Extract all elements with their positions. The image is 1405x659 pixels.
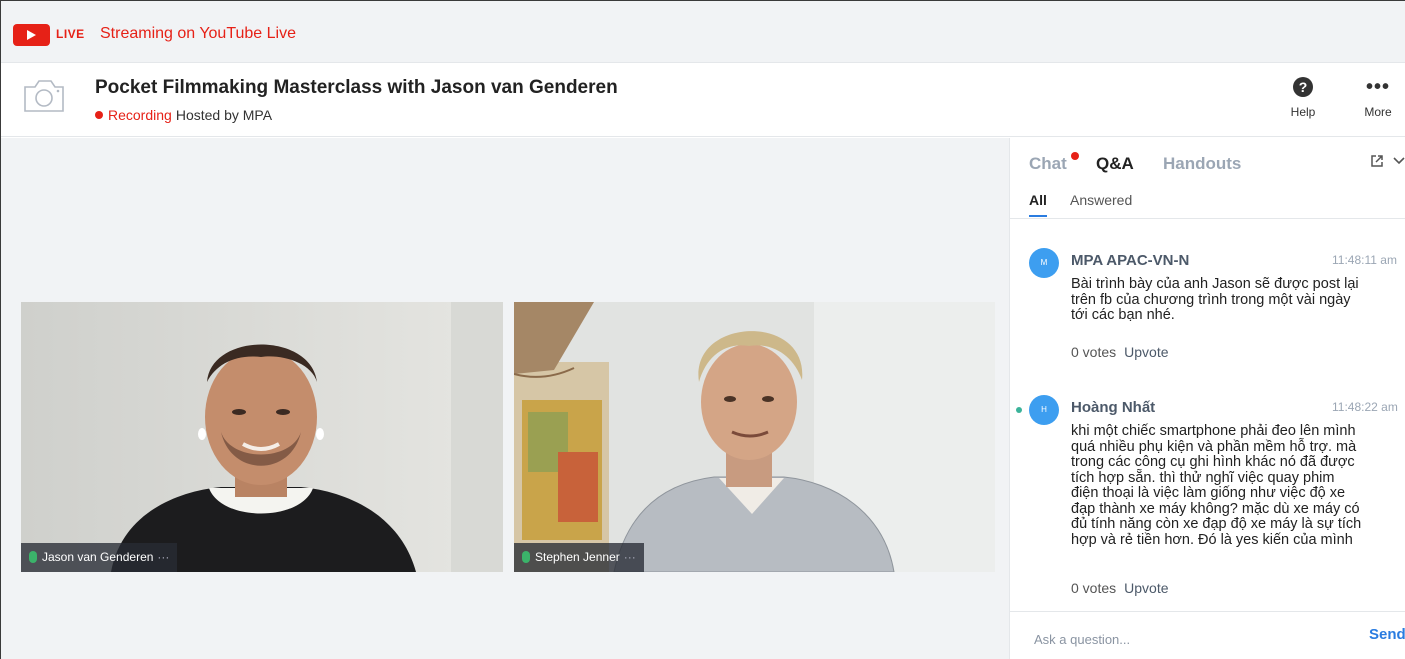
question-line: trên fb của chương trình trong một vài n… xyxy=(1071,291,1351,308)
help-icon: ? xyxy=(1293,77,1313,97)
online-status-dot xyxy=(1016,407,1022,413)
video-stage: Jason van Genderen ··· Stephen Jenner ··… xyxy=(1,138,1009,659)
question-item: H Hoàng Nhất 11:48:22 am khi một chiếc s… xyxy=(1016,395,1405,605)
subtab-all[interactable]: All xyxy=(1029,192,1047,217)
camera-icon xyxy=(24,80,64,112)
ask-question-input[interactable] xyxy=(1034,628,1334,650)
chevron-down-icon[interactable] xyxy=(1392,154,1405,168)
question-text: Bài trình bày của anh Jason sẽ được post… xyxy=(1071,276,1405,324)
subtab-answered[interactable]: Answered xyxy=(1070,192,1132,208)
question-line: đạp thành xe máy không? mặc dù xe máy có xyxy=(1071,500,1360,517)
vote-row: 0 votes Upvote xyxy=(1071,580,1169,596)
question-item: M MPA APAC-VN-N 11:48:11 am Bài trình bà… xyxy=(1029,248,1405,368)
microphone-icon xyxy=(522,551,530,563)
video-feed-stephen xyxy=(514,302,995,572)
host-text: Hosted by MPA xyxy=(175,107,273,123)
question-line: tích hợp sẵn. thì thử nghĩ việc quay phi… xyxy=(1071,469,1335,486)
recording-label: Recording xyxy=(108,107,172,123)
microphone-icon xyxy=(29,551,37,563)
recording-status: Recording Hosted by MPA xyxy=(95,107,272,123)
chat-notification-dot xyxy=(1071,152,1079,160)
help-button[interactable]: ? Help xyxy=(1283,77,1323,119)
vote-row: 0 votes Upvote xyxy=(1071,344,1169,360)
video-feed-jason xyxy=(21,302,503,572)
participant-more-icon[interactable]: ··· xyxy=(624,550,636,564)
participant-name: Stephen Jenner xyxy=(535,550,620,564)
question-line: quá nhiều phụ kiện và phần mềm hỗ trợ. m… xyxy=(1071,438,1357,455)
live-streaming-bar: LIVE Streaming on YouTube Live xyxy=(1,1,1405,63)
qa-side-panel: Chat Q&A Handouts All Answered M MPA APA… xyxy=(1009,138,1405,659)
avatar: M xyxy=(1029,248,1059,278)
vote-count: 0 votes xyxy=(1071,580,1117,596)
more-button[interactable]: ••• More xyxy=(1358,77,1398,119)
more-label: More xyxy=(1364,105,1392,119)
subtab-divider xyxy=(1010,218,1405,219)
participant-name: Jason van Genderen xyxy=(42,550,154,564)
live-badge: LIVE xyxy=(56,27,85,41)
vote-count: 0 votes xyxy=(1071,344,1117,360)
question-line: hợp và rẻ tiền hơn. Đó là yes kiến của m… xyxy=(1071,531,1353,548)
question-line: điện thoại là việc làm giống như việc độ… xyxy=(1071,485,1346,501)
webinar-window: LIVE Streaming on YouTube Live Pocket Fi… xyxy=(0,0,1405,659)
question-time: 11:48:11 am xyxy=(1332,253,1397,267)
question-line: khi một chiếc smartphone phải đeo lên mì… xyxy=(1071,423,1356,439)
ask-divider xyxy=(1010,611,1405,612)
question-line: trong các công cụ ghi hình khác nó đã đư… xyxy=(1071,454,1355,470)
avatar: H xyxy=(1029,395,1059,425)
tab-handouts[interactable]: Handouts xyxy=(1163,154,1241,174)
session-title: Pocket Filmmaking Masterclass with Jason… xyxy=(95,77,618,98)
youtube-play-icon xyxy=(13,24,50,46)
session-header: Pocket Filmmaking Masterclass with Jason… xyxy=(1,63,1405,137)
question-line: đủ tính năng còn xe đạp độ xe máy là sự … xyxy=(1071,516,1362,532)
video-tile-jason[interactable]: Jason van Genderen ··· xyxy=(21,302,503,572)
streaming-status-text: Streaming on YouTube Live xyxy=(100,25,296,42)
recording-dot-icon xyxy=(95,111,103,119)
send-button[interactable]: Send xyxy=(1369,626,1405,643)
tab-qa[interactable]: Q&A xyxy=(1096,154,1134,174)
question-text: khi một chiếc smartphone phải đeo lên mì… xyxy=(1071,423,1405,548)
participant-name-tag: Jason van Genderen ··· xyxy=(21,543,178,572)
question-author: Hoàng Nhất xyxy=(1071,399,1156,416)
help-label: Help xyxy=(1290,105,1316,119)
upvote-button[interactable]: Upvote xyxy=(1124,344,1168,360)
popout-icon[interactable] xyxy=(1370,154,1384,168)
tab-chat[interactable]: Chat xyxy=(1029,154,1067,174)
question-time: 11:48:22 am xyxy=(1332,400,1398,414)
more-dots-icon: ••• xyxy=(1365,76,1390,98)
participant-more-icon[interactable]: ··· xyxy=(157,550,169,564)
video-tile-stephen[interactable]: Stephen Jenner ··· xyxy=(514,302,995,572)
question-author: MPA APAC-VN-N xyxy=(1071,252,1190,269)
participant-name-tag: Stephen Jenner ··· xyxy=(514,543,644,572)
question-line: tới các bạn nhé. xyxy=(1071,307,1175,323)
upvote-button[interactable]: Upvote xyxy=(1124,580,1168,596)
question-line: Bài trình bày của anh Jason sẽ được post… xyxy=(1071,276,1359,292)
